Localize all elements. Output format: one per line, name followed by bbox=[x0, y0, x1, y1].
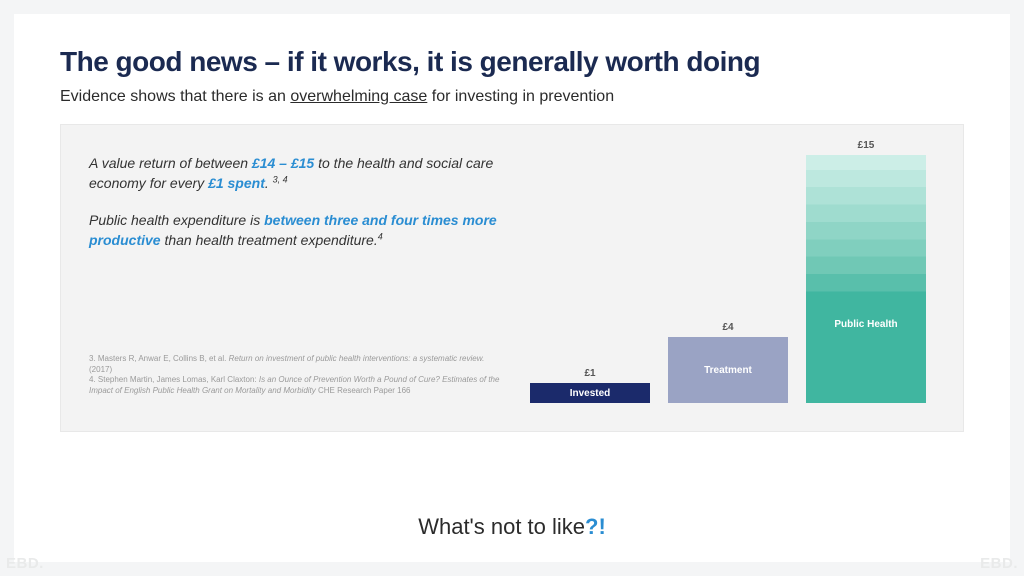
blurb2-a: Public health expenditure is bbox=[89, 212, 264, 228]
blurb-1: A value return of between £14 – £15 to t… bbox=[89, 153, 503, 194]
bar-treatment-value: £4 bbox=[722, 322, 733, 333]
content-panel: A value return of between £14 – £15 to t… bbox=[60, 124, 964, 432]
reference-4: 4. Stephen Martin, James Lomas, Karl Cla… bbox=[89, 375, 503, 397]
ref3-b: (2017) bbox=[89, 365, 112, 374]
slide-title: The good news – if it works, it is gener… bbox=[60, 46, 964, 78]
blurb1-a: A value return of between bbox=[89, 155, 252, 171]
bar-public-value: £15 bbox=[858, 140, 875, 151]
text-column: A value return of between £14 – £15 to t… bbox=[89, 153, 503, 411]
footer-punct: ?! bbox=[585, 514, 606, 539]
slide-subtitle: Evidence shows that there is an overwhel… bbox=[60, 88, 964, 106]
blurb1-c: . bbox=[265, 175, 273, 191]
ref4-b: CHE Research Paper 166 bbox=[316, 386, 411, 395]
bar-chart: £1 Invested £4 Treatment £15 Public Heal… bbox=[521, 153, 935, 411]
footer-text: What's not to like bbox=[418, 514, 585, 539]
slide-inner: The good news – if it works, it is gener… bbox=[14, 14, 1010, 562]
bar-public-label: Public Health bbox=[834, 319, 897, 330]
slide: The good news – if it works, it is gener… bbox=[0, 0, 1024, 576]
blurb2-sup: 4 bbox=[378, 231, 383, 241]
ref4-a: 4. Stephen Martin, James Lomas, Karl Cla… bbox=[89, 375, 259, 384]
watermark-right: EBD. bbox=[980, 555, 1018, 572]
bar-invested-value: £1 bbox=[584, 368, 595, 379]
bar-treatment: Treatment bbox=[668, 337, 788, 403]
reference-3: 3. Masters R, Anwar E, Collins B, et al.… bbox=[89, 354, 503, 376]
blurb-2: Public health expenditure is between thr… bbox=[89, 210, 503, 251]
ref3-a: 3. Masters R, Anwar E, Collins B, et al. bbox=[89, 354, 229, 363]
bar-invested: Invested bbox=[530, 383, 650, 403]
blurb1-sup: 3, 4 bbox=[273, 175, 288, 185]
bar-treatment-label: Treatment bbox=[704, 365, 752, 376]
bar-invested-label: Invested bbox=[570, 388, 611, 399]
bar-treatment-wrap: £4 Treatment bbox=[668, 322, 788, 403]
blurb2-b: than health treatment expenditure. bbox=[161, 232, 378, 248]
footer-question: What's not to like?! bbox=[14, 514, 1010, 540]
subtitle-underline: overwhelming case bbox=[290, 88, 427, 105]
watermark-left: EBD. bbox=[6, 555, 44, 572]
subtitle-post: for investing in prevention bbox=[427, 88, 614, 105]
ref3-i: Return on investment of public health in… bbox=[229, 354, 485, 363]
bar-invested-wrap: £1 Invested bbox=[530, 368, 650, 403]
bar-public-wrap: £15 Public Health bbox=[806, 140, 926, 403]
subtitle-pre: Evidence shows that there is an bbox=[60, 88, 290, 105]
bar-public-health: Public Health bbox=[806, 155, 926, 403]
blurb1-em2: £1 spent bbox=[208, 175, 265, 191]
references: 3. Masters R, Anwar E, Collins B, et al.… bbox=[89, 354, 503, 397]
blurb1-em: £14 – £15 bbox=[252, 155, 314, 171]
